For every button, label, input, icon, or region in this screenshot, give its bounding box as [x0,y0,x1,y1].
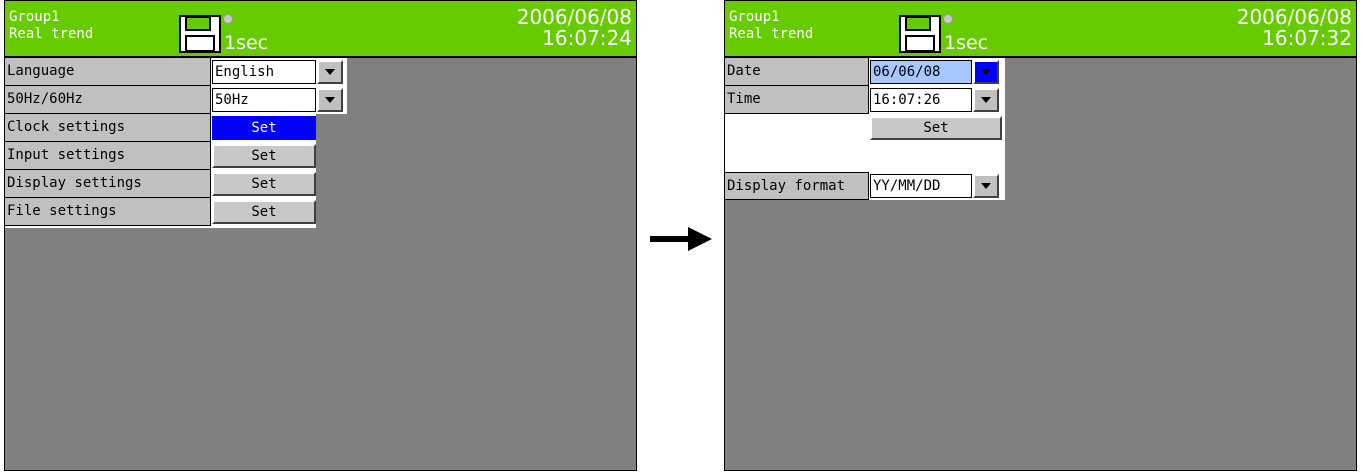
display-mode: Real trend [9,26,94,42]
display-settings-set-button[interactable]: Set [212,172,316,196]
header-date: 2006/06/08 [1236,5,1352,29]
time-label: Time [725,86,869,114]
display-format-select[interactable]: YY/MM/DD [870,174,972,198]
date-label: Date [725,58,869,86]
display-format-row: Display format YY/MM/DD [725,172,1005,200]
status-led-icon [943,14,953,24]
floppy-disk-icon [899,15,941,53]
header-time: 16:07:24 [542,26,632,50]
date-row: Date 06/06/08 [725,58,1005,86]
settings-screen-left: Group1 Real trend 1sec 2006/06/08 16:07:… [4,0,637,471]
frequency-dropdown-button[interactable] [317,88,343,112]
file-settings-set-button[interactable]: Set [212,200,316,224]
clock-settings-row: Clock settings Set [5,114,347,142]
frequency-select[interactable]: 50Hz [212,88,316,112]
right-arrow-icon [650,227,712,251]
display-mode: Real trend [729,26,814,42]
display-settings-row: Display settings Set [5,170,347,198]
input-settings-row: Input settings Set [5,142,347,170]
frequency-label: 50Hz/60Hz [5,86,211,114]
time-input[interactable]: 16:07:26 [870,88,972,112]
clock-settings-set-button[interactable]: Set [212,116,316,140]
chevron-down-icon [981,183,991,189]
input-settings-set-button[interactable]: Set [212,144,316,168]
display-format-label: Display format [725,172,869,200]
clock-set-button[interactable]: Set [870,116,1002,140]
group-name: Group1 [729,9,780,25]
clock-settings-panel: Date 06/06/08 Time 16:07:26 Set Display … [725,58,1005,200]
sampling-interval: 1sec [224,32,269,54]
file-settings-row: File settings Set [5,198,347,226]
header-date: 2006/06/08 [516,5,632,29]
status-led-icon [223,14,233,24]
chevron-down-icon [981,69,991,75]
set-row: Set [725,116,1005,144]
language-select[interactable]: English [212,60,316,84]
settings-menu: Language English 50Hz/60Hz 50Hz Clock se… [5,58,347,228]
clock-settings-label: Clock settings [5,114,211,142]
chevron-down-icon [981,97,991,103]
time-dropdown-button[interactable] [973,88,999,112]
language-row: Language English [5,58,347,86]
sampling-interval: 1sec [944,32,989,54]
time-row: Time 16:07:26 [725,86,1005,114]
date-dropdown-button[interactable] [973,60,999,84]
status-header: Group1 Real trend 1sec 2006/06/08 16:07:… [725,1,1356,58]
display-format-dropdown-button[interactable] [973,174,999,198]
display-settings-label: Display settings [5,170,211,198]
floppy-disk-icon [179,15,221,53]
group-name: Group1 [9,9,60,25]
clock-settings-screen-right: Group1 Real trend 1sec 2006/06/08 16:07:… [724,0,1357,471]
language-label: Language [5,58,211,86]
chevron-down-icon [325,69,335,75]
status-header: Group1 Real trend 1sec 2006/06/08 16:07:… [5,1,636,58]
menu-right-gap [316,114,347,228]
language-dropdown-button[interactable] [317,60,343,84]
header-time: 16:07:32 [1262,26,1352,50]
chevron-down-icon [325,97,335,103]
file-settings-label: File settings [5,198,211,226]
input-settings-label: Input settings [5,142,211,170]
frequency-row: 50Hz/60Hz 50Hz [5,86,347,114]
date-input[interactable]: 06/06/08 [870,60,972,84]
